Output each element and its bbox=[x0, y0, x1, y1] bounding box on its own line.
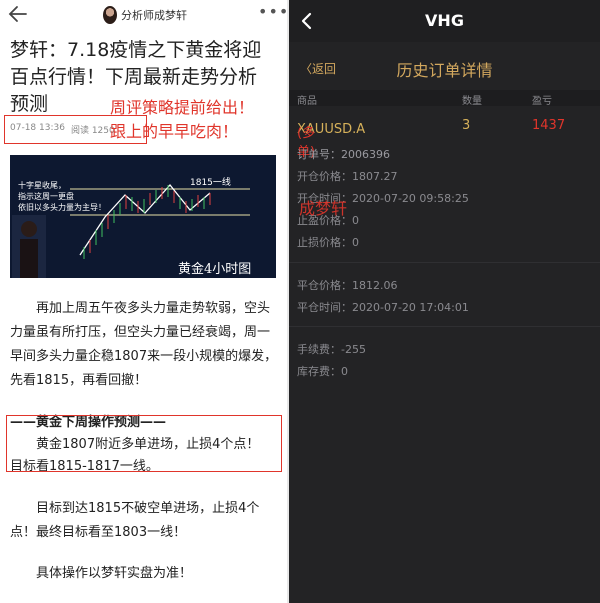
value: 2020-07-20 09:58:25 bbox=[352, 192, 469, 205]
app-title: VHG bbox=[425, 11, 464, 30]
title-line: 梦轩：7.18疫情之下黄金将迎 bbox=[10, 39, 262, 61]
chart-note: 十字星收尾， 指示这周一更盘 依旧以多头力量为主导！ bbox=[18, 180, 118, 213]
page-title: 历史订单详情 bbox=[396, 61, 493, 80]
col-header-pl: 盈亏 bbox=[532, 96, 552, 107]
quantity: 3 bbox=[462, 118, 471, 133]
more-icon[interactable]: ••• bbox=[258, 2, 287, 21]
avatar bbox=[103, 6, 117, 24]
title-line: 百点行情！下周最新走势分析 bbox=[10, 66, 258, 88]
author-chip[interactable]: 分析师成梦轩 bbox=[103, 5, 187, 25]
label: 手续费： bbox=[297, 343, 341, 356]
label: 订单号： bbox=[297, 148, 341, 161]
body-paragraph: 具体操作以梦轩实盘为准！ bbox=[36, 566, 193, 581]
col-header-qty: 数量 bbox=[462, 96, 482, 107]
label: 止损价格： bbox=[297, 236, 352, 249]
name-watermark: 成梦轩 bbox=[299, 199, 348, 218]
value: 1812.06 bbox=[352, 279, 398, 292]
close-time: 平仓时间：2020-07-20 17:04:01 bbox=[297, 299, 469, 315]
commission: 手续费：-255 bbox=[297, 341, 366, 357]
section-highlight-box bbox=[6, 415, 282, 472]
chart-line-label: 1815一线 bbox=[190, 178, 231, 188]
body-paragraph: 再加上周五午夜多头力量走势软弱，空头力量虽有所打压，但空头力量已经衰竭，周一早间… bbox=[10, 301, 278, 388]
chart-note-line: 十字星收尾， bbox=[18, 181, 66, 190]
value: 2006396 bbox=[341, 148, 390, 161]
chart-note-line: 指示这周一更盘 bbox=[18, 192, 74, 201]
back-arrow-icon[interactable] bbox=[6, 2, 30, 26]
annotation-line: 跟上的早早吃肉！ bbox=[110, 122, 239, 141]
overlay-annotation: 周评策略提前给出！ 跟上的早早吃肉！ bbox=[110, 96, 286, 144]
swap-fee: 库存费：0 bbox=[297, 363, 348, 379]
article-panel: 分析师成梦轩 ••• 梦轩：7.18疫情之下黄金将迎 百点行情！下周最新走势分析… bbox=[0, 0, 287, 603]
annotation-line: 周评策略提前给出！ bbox=[110, 98, 255, 117]
author-name: 分析师成梦轩 bbox=[121, 9, 187, 22]
gold-chart-image: 十字星收尾， 指示这周一更盘 依旧以多头力量为主导！ 1815一线 黄金4小时图 bbox=[10, 155, 276, 278]
value: -255 bbox=[341, 343, 366, 356]
body-paragraph: 目标到达1815不破空单进场，止损4个点！最终目标看至1803一线！ bbox=[10, 501, 260, 540]
col-header-product: 商品 bbox=[297, 96, 317, 107]
chart-note-line: 依旧以多头力量为主导！ bbox=[18, 203, 106, 212]
value: 0 bbox=[341, 365, 348, 378]
close-price: 平仓价格：1812.06 bbox=[297, 277, 398, 293]
value: 0 bbox=[352, 236, 359, 249]
label: 开仓价格： bbox=[297, 170, 352, 183]
divider-line bbox=[289, 262, 600, 263]
value: 1807.27 bbox=[352, 170, 398, 183]
profit-loss: 1437 bbox=[532, 118, 566, 133]
order-row: XAUUSD.A (多单) 3 1437 bbox=[289, 114, 600, 160]
stop-loss: 止损价格：0 bbox=[297, 234, 359, 250]
app-header: VHG bbox=[289, 0, 600, 42]
article-top-bar: 分析师成梦轩 ••• bbox=[0, 0, 287, 30]
chart-caption: 黄金4小时图 bbox=[178, 262, 252, 277]
sub-header: 〈返回 历史订单详情 bbox=[289, 46, 600, 90]
value: 2020-07-20 17:04:01 bbox=[352, 301, 469, 314]
order-detail-panel: VHG 〈返回 历史订单详情 商品 数量 盈亏 XAUUSD.A (多单) 3 1… bbox=[289, 0, 600, 603]
value: 0 bbox=[352, 214, 359, 227]
label: 平仓时间： bbox=[297, 301, 352, 314]
label: 平仓价格： bbox=[297, 279, 352, 292]
column-header-row: 商品 数量 盈亏 bbox=[289, 90, 600, 107]
order-number: 订单号：2006396 bbox=[297, 146, 390, 162]
open-price: 开仓价格：1807.27 bbox=[297, 168, 398, 184]
label: 库存费： bbox=[297, 365, 341, 378]
divider-line bbox=[289, 326, 600, 327]
